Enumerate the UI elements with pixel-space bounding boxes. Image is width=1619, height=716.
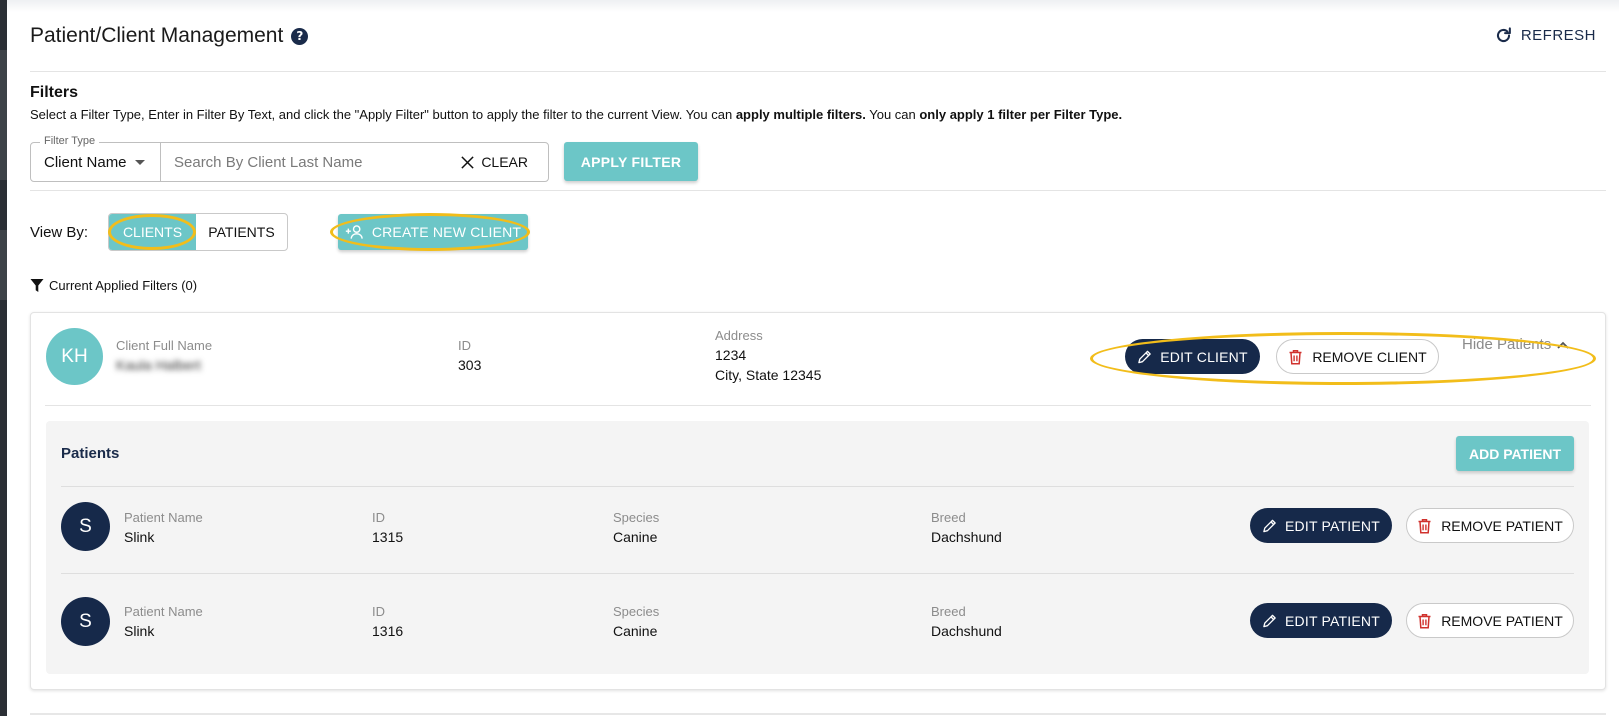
refresh-button[interactable]: REFRESH (1494, 26, 1596, 45)
edit-patient-button[interactable]: EDIT PATIENT (1250, 603, 1392, 638)
create-new-client-button[interactable]: CREATE NEW CLIENT (338, 214, 528, 250)
patient-species-value: Canine (613, 623, 658, 639)
view-patients-option[interactable]: PATIENTS (196, 214, 287, 250)
create-new-client-label: CREATE NEW CLIENT (371, 224, 522, 240)
add-patient-button[interactable]: ADD PATIENT (1456, 436, 1574, 471)
view-by-label: View By: (30, 224, 89, 241)
patients-divider (61, 573, 1574, 574)
pencil-icon (1263, 614, 1276, 627)
patient-id-label: ID (372, 510, 385, 525)
remove-client-label: REMOVE CLIENT (1312, 348, 1427, 365)
hide-patients-label: Hide Patients (1462, 336, 1552, 353)
trash-icon (1418, 613, 1431, 628)
remove-patient-label: REMOVE PATIENT (1441, 612, 1563, 629)
header-divider (30, 71, 1606, 72)
patients-title: Patients (61, 445, 120, 462)
remove-client-button[interactable]: REMOVE CLIENT (1276, 339, 1439, 374)
patients-divider (61, 486, 1574, 487)
refresh-icon (1496, 27, 1511, 43)
patient-breed-value: Dachshund (931, 529, 1002, 545)
filter-box: Filter Type Client Name CLEAR (30, 135, 549, 182)
filters-desc-text: You can (865, 107, 920, 122)
filters-desc-bold: apply multiple filters. (735, 107, 866, 122)
remove-patient-label: REMOVE PATIENT (1441, 517, 1563, 534)
edit-patient-label: EDIT PATIENT (1285, 612, 1380, 629)
filter-icon (30, 279, 44, 292)
patient-breed-label: Breed (931, 604, 966, 619)
applied-filters: Current Applied Filters (0) (30, 278, 197, 293)
search-input[interactable] (161, 143, 461, 181)
apply-filter-button[interactable]: APPLY FILTER (564, 142, 698, 181)
patient-species-value: Canine (613, 529, 658, 545)
patients-panel: Patients ADD PATIENT S Patient Name Slin… (46, 421, 1589, 674)
patient-breed-label: Breed (931, 510, 966, 525)
filter-type-select[interactable]: Filter Type Client Name (31, 135, 161, 181)
patient-species-label: Species (613, 510, 660, 525)
patient-id-value: 1316 (372, 623, 404, 639)
filter-type-value: Client Name (44, 153, 127, 171)
view-by-toggle: CLIENTS PATIENTS (108, 213, 288, 251)
client-id-value: 303 (458, 357, 482, 373)
client-divider (45, 405, 1591, 406)
pencil-icon (1138, 350, 1152, 363)
edit-client-label: EDIT CLIENT (1160, 348, 1248, 365)
view-clients-option[interactable]: CLIENTS (109, 214, 196, 250)
caret-down-icon (134, 159, 145, 165)
help-icon[interactable]: ? (291, 27, 309, 45)
pencil-icon (1263, 519, 1276, 532)
patient-name-label: Patient Name (124, 510, 203, 525)
left-edge-segment (0, 230, 7, 300)
page-title-text: Patient/Client Management (30, 24, 284, 47)
patient-avatar: S (61, 502, 110, 551)
client-name-label: Client Full Name (116, 338, 213, 353)
clear-label: CLEAR (481, 154, 528, 170)
client-address-label: Address (715, 328, 763, 343)
remove-patient-button[interactable]: REMOVE PATIENT (1406, 603, 1574, 638)
patient-id-label: ID (372, 604, 385, 619)
trash-icon (1418, 518, 1431, 533)
client-address-line1: 1234 (715, 347, 747, 363)
refresh-label: REFRESH (1520, 27, 1596, 44)
hide-patients-toggle[interactable]: Hide Patients (1462, 336, 1569, 353)
filters-desc-bold: only apply 1 filter per Filter Type. (919, 107, 1123, 122)
left-edge-segment (0, 50, 7, 180)
add-user-icon (345, 225, 363, 239)
edit-patient-button[interactable]: EDIT PATIENT (1250, 508, 1392, 543)
filters-title: Filters (30, 84, 79, 101)
patient-avatar: S (61, 597, 110, 646)
remove-patient-button[interactable]: REMOVE PATIENT (1406, 508, 1574, 543)
patient-name-value: Slink (124, 529, 155, 545)
page-title: Patient/Client Management ? (30, 24, 309, 48)
edit-patient-label: EDIT PATIENT (1285, 517, 1380, 534)
left-edge-bar (0, 0, 7, 716)
close-icon (461, 155, 474, 169)
client-name-value: Kaula Halbert (116, 357, 201, 373)
chevron-up-icon (1557, 341, 1569, 349)
client-avatar: KH (46, 328, 103, 385)
client-id-label: ID (458, 338, 471, 353)
filter-type-label: Filter Type (40, 135, 100, 147)
clear-button[interactable]: CLEAR (460, 143, 548, 181)
applied-filters-text: Current Applied Filters (0) (49, 278, 198, 293)
filters-description: Select a Filter Type, Enter in Filter By… (30, 107, 1122, 122)
filters-desc-text: Select a Filter Type, Enter in Filter By… (30, 107, 736, 122)
patient-name-label: Patient Name (124, 604, 203, 619)
patient-id-value: 1315 (372, 529, 404, 545)
edit-client-button[interactable]: EDIT CLIENT (1125, 339, 1260, 374)
patient-species-label: Species (613, 604, 660, 619)
filters-divider (30, 190, 1606, 191)
bottom-divider (30, 713, 1606, 715)
patient-breed-value: Dachshund (931, 623, 1002, 639)
patient-name-value: Slink (124, 623, 155, 639)
trash-icon (1289, 349, 1302, 364)
client-address-line2: City, State 12345 (715, 367, 822, 383)
